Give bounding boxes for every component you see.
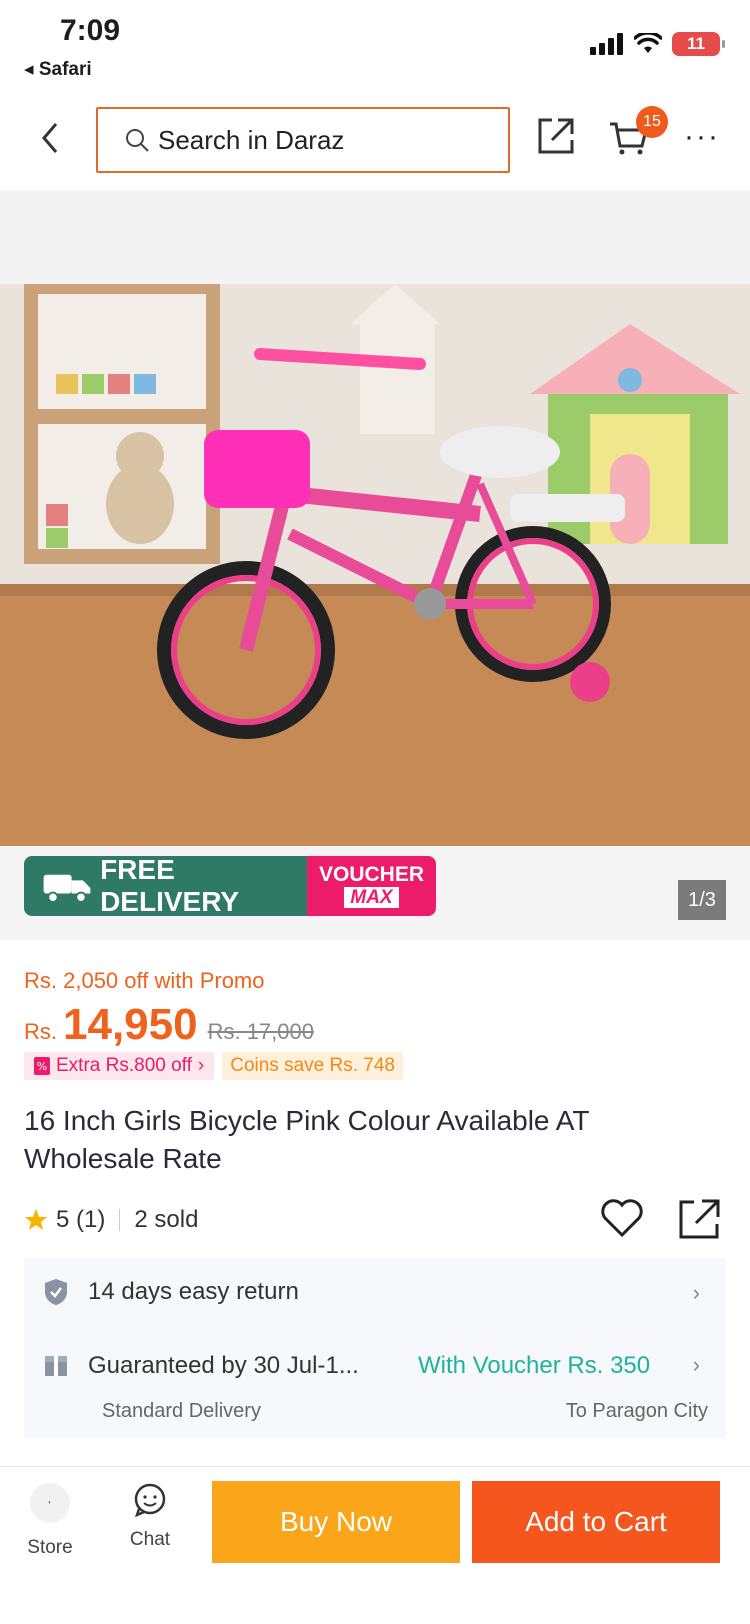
promo-strip: FREE DELIVERY VOUCHER MAX 1/3	[0, 846, 750, 940]
shield-check-icon	[45, 1279, 67, 1305]
extra-off-text: Extra Rs.800 off	[56, 1055, 192, 1076]
original-price: Rs. 17,000	[207, 1019, 314, 1044]
status-icons: 11	[590, 32, 725, 56]
share-icon[interactable]	[678, 1198, 722, 1240]
bottom-action-bar: ◐ Store Chat Buy Now Add to Cart	[0, 1466, 750, 1624]
free-delivery-label: FREE DELIVERY	[24, 856, 307, 916]
coins-save-chip: Coins save Rs. 748	[222, 1052, 403, 1080]
top-nav: Search in Daraz 15 ···	[0, 100, 750, 190]
chat-button[interactable]: Chat	[120, 1483, 180, 1551]
star-icon	[25, 1209, 47, 1230]
offer-chips: % Extra Rs.800 off › Coins save Rs. 748	[24, 1052, 403, 1080]
rating-row[interactable]: 5 (1) 2 sold	[24, 1206, 198, 1234]
voucher-max-badge: VOUCHER MAX	[307, 856, 436, 916]
store-logo-icon: ◐	[30, 1483, 70, 1523]
divider	[119, 1209, 121, 1231]
return-text: 14 days easy return	[88, 1278, 299, 1305]
status-bar: 7:09 ◂ Safari 11	[0, 0, 750, 100]
extra-off-chip[interactable]: % Extra Rs.800 off ›	[24, 1052, 215, 1080]
chevron-right-icon: ›	[197, 1055, 205, 1076]
price-currency: Rs.	[24, 1019, 57, 1044]
back-chevron-icon[interactable]	[30, 118, 70, 158]
product-title: 16 Inch Girls Bicycle Pink Colour Availa…	[24, 1105, 589, 1174]
chat-icon	[134, 1483, 166, 1517]
standard-delivery-label: Standard Delivery	[102, 1400, 261, 1422]
promo-discount-text: Rs. 2,050 off with Promo	[24, 968, 265, 993]
svg-text:%: %	[37, 1060, 47, 1073]
cart-count-badge: 15	[636, 106, 668, 138]
back-app-label: Safari	[38, 59, 92, 80]
battery-level: 11	[687, 34, 705, 53]
voucher-text: VOUCHER	[318, 863, 424, 886]
back-to-app-link[interactable]: ◂ Safari	[24, 58, 92, 81]
share-icon[interactable]	[536, 116, 576, 156]
chevron-right-icon[interactable]: ›	[693, 1280, 700, 1306]
rating-count: (1)	[76, 1206, 106, 1233]
clock: 7:09	[60, 14, 121, 47]
price-row: Rs. 14,950 Rs. 17,000	[24, 1000, 314, 1050]
package-icon	[45, 1356, 67, 1376]
free-delivery-banner[interactable]: FREE DELIVERY VOUCHER MAX	[24, 856, 436, 916]
delivery-row[interactable]: Guaranteed by 30 Jul-1...	[44, 1352, 359, 1380]
image-pager: 1/3	[678, 880, 726, 920]
service-info-box: 14 days easy return › Guaranteed by 30 J…	[24, 1258, 726, 1438]
store-button[interactable]: ◐ Store	[22, 1483, 78, 1559]
search-icon	[126, 129, 149, 152]
search-input[interactable]: Search in Daraz	[96, 107, 510, 173]
store-label: Store	[27, 1537, 73, 1558]
current-price: 14,950	[63, 1000, 198, 1049]
wall-shelf	[24, 284, 220, 564]
image-top-spacer	[0, 190, 750, 284]
chat-label: Chat	[129, 1529, 171, 1550]
delivery-voucher-text[interactable]: With Voucher Rs. 350	[418, 1352, 650, 1380]
free-delivery-text: FREE DELIVERY	[100, 856, 240, 916]
wifi-icon	[634, 33, 662, 53]
buy-now-button[interactable]: Buy Now	[212, 1481, 460, 1563]
product-image[interactable]	[0, 284, 750, 846]
easy-return-row[interactable]: 14 days easy return	[44, 1278, 299, 1306]
search-placeholder: Search in Daraz	[158, 124, 345, 155]
delivery-destination: To Paragon City	[565, 1400, 708, 1422]
max-text: MAX	[344, 887, 399, 908]
voucher-icon: %	[34, 1057, 50, 1075]
sold-count: 2 sold	[134, 1206, 199, 1233]
wishlist-heart-icon[interactable]	[600, 1198, 644, 1238]
chevron-right-icon[interactable]: ›	[693, 1352, 700, 1378]
more-options-icon[interactable]: ···	[684, 120, 720, 154]
delivery-date-text: Guaranteed by 30 Jul-1...	[88, 1352, 359, 1379]
delivery-truck-icon	[43, 874, 91, 903]
rating-value: 5	[56, 1206, 70, 1233]
add-to-cart-button[interactable]: Add to Cart	[472, 1481, 720, 1563]
signal-icon	[590, 33, 623, 55]
battery-icon: 11	[672, 32, 725, 56]
